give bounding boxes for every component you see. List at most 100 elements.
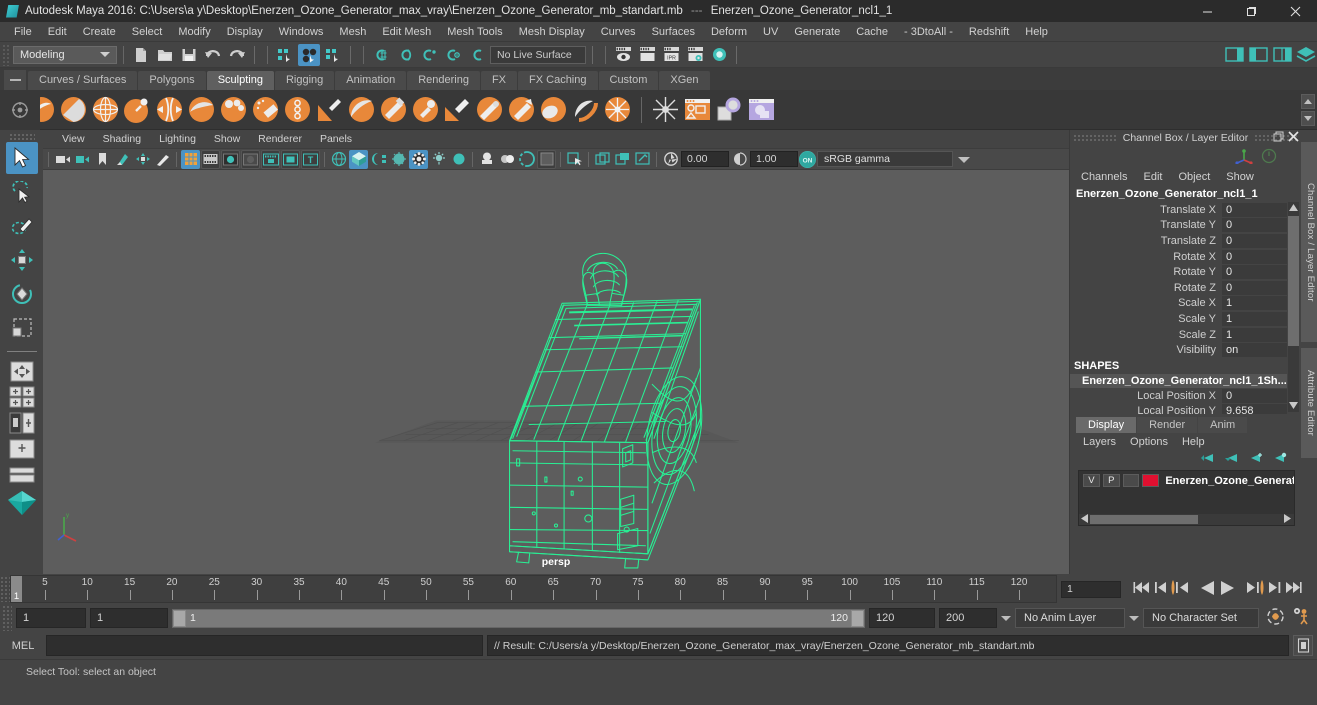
rotate-tool[interactable] [6,278,38,310]
step-forward-key-icon[interactable] [1246,579,1265,599]
tool-box-grip[interactable] [8,133,35,140]
range-slider-bar[interactable]: 1 120 [172,608,865,628]
channel-row-scale-z[interactable]: Scale Z 1 [1070,327,1301,343]
range-start-handle[interactable] [173,609,186,627]
shadows-icon[interactable] [409,149,428,169]
minimize-button[interactable] [1185,0,1229,22]
freeze-icon[interactable] [571,95,600,124]
script-editor-icon[interactable] [1293,635,1313,656]
shade-with-textures-icon[interactable] [369,150,388,169]
gate-mask-icon[interactable] [241,149,260,169]
channel-value[interactable]: 0 [1222,218,1287,233]
flood-icon[interactable] [683,95,712,124]
shelf-tab-polygons[interactable]: Polygons [138,71,206,90]
channel-value[interactable]: 1 [1222,311,1287,326]
viewport-menu-panels[interactable]: Panels [311,132,361,146]
select-camera-icon[interactable] [53,150,72,169]
animation-start-time-field[interactable]: 1 [16,608,86,628]
perspective-viewport[interactable]: persp y [43,170,1069,574]
menu-redshift[interactable]: Redshift [961,24,1017,40]
resolution-gate-icon[interactable] [221,149,240,169]
shelf-tab-fx-caching[interactable]: FX Caching [518,71,598,90]
step-back-frame-icon[interactable] [1153,580,1167,598]
convert-icon[interactable] [603,95,632,124]
hscrollbar-thumb[interactable] [1090,515,1198,524]
smear-icon[interactable] [475,95,504,124]
ipr-render-icon[interactable]: IPR [660,44,682,66]
viewport-menu-view[interactable]: View [53,132,94,146]
single-persp-layout[interactable] [7,463,37,487]
channel-row-scale-y[interactable]: Scale Y 1 [1070,311,1301,327]
layer-list[interactable]: V P Enerzen_Ozone_Generat [1078,470,1295,526]
new-scene-icon[interactable] [130,44,152,66]
channel-box-scrollbar[interactable] [1288,202,1299,412]
channel-row-translate-x[interactable]: Translate X 0 [1070,202,1301,218]
screen-space-ao-icon[interactable] [429,150,448,169]
knife-icon[interactable] [443,95,472,124]
persp-graph-layout[interactable] [7,411,37,435]
scroll-left-icon[interactable] [1079,513,1090,526]
cb-menu-show[interactable]: Show [1219,170,1261,184]
shelf-tab-fx[interactable]: FX [480,71,518,90]
menu-cache[interactable]: Cache [848,24,896,40]
imprint-icon[interactable] [315,95,344,124]
scrape-icon[interactable] [379,95,408,124]
menu-set-selector[interactable]: Modeling [13,45,117,64]
color-management-selector[interactable]: sRGB gamma [817,151,953,167]
channel-value[interactable]: 0 [1222,388,1287,403]
show-attribute-editor-icon[interactable] [1223,44,1245,66]
render-view-icon[interactable] [612,44,634,66]
menu-surfaces[interactable]: Surfaces [644,24,703,40]
wireframe-shading-icon[interactable] [329,150,348,169]
new-layer-icon[interactable] [1248,452,1263,467]
viewport-menu-show[interactable]: Show [205,132,249,146]
color-management-toggle-icon[interactable]: ON [799,150,816,168]
select-by-object-icon[interactable] [298,43,320,66]
layer-move-down-icon[interactable] [1224,452,1239,467]
exposure-field[interactable]: 0.00 [681,151,729,167]
grid-toggle-icon[interactable] [181,149,200,169]
close-button[interactable] [1273,0,1317,22]
cb-menu-edit[interactable]: Edit [1136,170,1169,184]
menu-edit[interactable]: Edit [40,24,75,40]
step-back-key-icon[interactable] [1170,579,1189,599]
status-line-grip[interactable] [2,43,11,66]
shelf-tab-rendering[interactable]: Rendering [407,71,480,90]
channel-value[interactable]: 0 [1222,280,1287,295]
shelf-tab-sculpting[interactable]: Sculpting [206,71,274,90]
shelf-scroll-buttons[interactable] [1301,94,1315,126]
manipulator-gizmo-icon[interactable] [1235,148,1253,167]
playback-start-time-field[interactable]: 1 [90,608,168,628]
depth-of-field-icon[interactable] [497,150,516,169]
channel-row-rotate-y[interactable]: Rotate Y 0 [1070,264,1301,280]
show-tool-settings-icon[interactable] [1247,44,1269,66]
menu-modify[interactable]: Modify [170,24,218,40]
render-sequence-icon[interactable] [636,44,658,66]
grease-pencil-icon[interactable] [153,150,172,169]
maximize-button[interactable] [1229,0,1273,22]
go-to-end-icon[interactable] [1285,580,1302,598]
play-forwards-icon[interactable] [1219,580,1236,599]
mel-label[interactable]: MEL [4,640,42,652]
auto-keyframe-icon[interactable] [1263,607,1288,629]
snap-to-point-icon[interactable] [418,44,440,66]
scrollbar-thumb[interactable] [1288,216,1299,346]
range-slider-grip[interactable] [2,605,12,631]
gamma-icon[interactable] [730,150,749,169]
render-settings-icon[interactable] [684,44,706,66]
lasso-select-tool[interactable] [6,176,38,208]
scale-tool[interactable] [6,312,38,344]
wax-icon[interactable] [347,95,376,124]
layer-list-horizontal-scrollbar[interactable] [1079,513,1294,526]
amplify-icon[interactable] [539,95,568,124]
menu-mesh-display[interactable]: Mesh Display [511,24,593,40]
channel-row-translate-y[interactable]: Translate Y 0 [1070,218,1301,234]
panel-undock-icon[interactable] [1273,131,1284,145]
sidebar-toggle-icon[interactable] [1295,44,1317,66]
layer-menu-options[interactable]: Options [1123,435,1175,449]
animation-end-time-field[interactable]: 200 [939,608,997,628]
time-slider[interactable]: 1 5 10 15 20 25 30 35 40 45 50 55 60 65 70 75 80 85 90 95 1… [10,575,1057,603]
menu-curves[interactable]: Curves [593,24,644,40]
gamma-field[interactable]: 1.00 [750,151,798,167]
cb-menu-channels[interactable]: Channels [1074,170,1134,184]
